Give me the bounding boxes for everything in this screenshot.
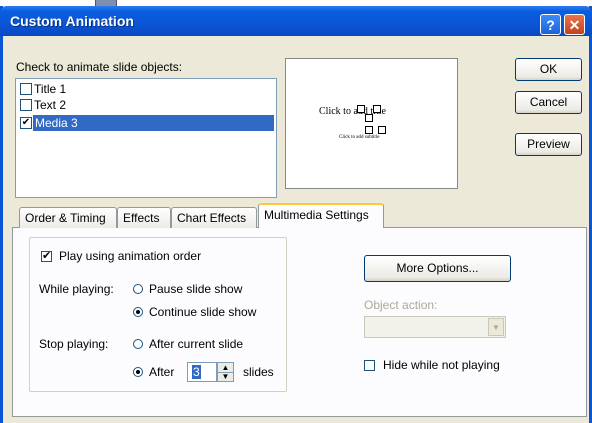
continue-slide-show-radio[interactable] xyxy=(133,307,143,317)
selection-handle xyxy=(357,105,365,113)
close-button[interactable]: ✕ xyxy=(564,14,585,35)
play-order-checkbox[interactable]: ✔ xyxy=(41,251,52,262)
preview-subtitle-placeholder: Click to add subtitle xyxy=(339,135,380,140)
list-item-media-3[interactable]: ✔ Media 3 xyxy=(18,115,274,131)
objects-list-label: Check to animate slide objects: xyxy=(16,60,183,74)
after-slides-radio[interactable] xyxy=(133,367,143,377)
dialog-title: Custom Animation xyxy=(10,13,134,29)
after-slides-input[interactable]: 3 xyxy=(187,362,217,382)
title-bar[interactable]: Custom Animation ? ✕ xyxy=(0,6,592,36)
help-button[interactable]: ? xyxy=(540,14,561,35)
slides-label: slides xyxy=(243,365,274,379)
media-3-checkbox[interactable]: ✔ xyxy=(20,117,32,129)
tab-order-timing[interactable]: Order & Timing xyxy=(19,207,117,228)
object-action-select[interactable]: ▼ xyxy=(364,316,506,338)
play-order-label: Play using animation order xyxy=(59,249,202,263)
title-1-checkbox[interactable] xyxy=(20,83,32,95)
title-1-label: Title 1 xyxy=(34,82,67,96)
hide-while-not-playing-label: Hide while not playing xyxy=(383,358,500,372)
close-icon: ✕ xyxy=(568,17,581,33)
pause-slide-show-radio[interactable] xyxy=(133,284,143,294)
list-item-title-1[interactable]: Title 1 xyxy=(18,81,274,97)
after-label: After xyxy=(149,365,175,379)
media-3-label: Media 3 xyxy=(33,115,274,131)
slide-objects-list[interactable]: Title 1 Text 2 ✔ Media 3 xyxy=(15,78,277,198)
object-action-label: Object action: xyxy=(364,298,438,312)
help-icon: ? xyxy=(546,17,555,33)
preview-button[interactable]: Preview xyxy=(515,133,582,156)
selection-handle xyxy=(365,126,373,134)
slide-preview: Click to add title Click to add subtitle xyxy=(285,58,458,189)
stop-playing-label: Stop playing: xyxy=(39,337,109,351)
text-2-checkbox[interactable] xyxy=(20,99,32,111)
continue-slide-show-label: Continue slide show xyxy=(149,305,257,319)
after-slides-value: 3 xyxy=(192,365,201,379)
tab-effects[interactable]: Effects xyxy=(117,207,171,228)
list-item-text-2[interactable]: Text 2 xyxy=(18,97,274,113)
text-2-label: Text 2 xyxy=(34,98,67,112)
radio-selected-dot xyxy=(136,310,140,314)
cancel-button[interactable]: Cancel xyxy=(515,91,582,114)
after-current-slide-label: After current slide xyxy=(149,337,244,351)
selection-handle xyxy=(378,126,386,134)
tab-chart-effects[interactable]: Chart Effects xyxy=(171,207,257,228)
slides-spinner[interactable]: ▲ ▼ xyxy=(217,362,234,382)
hide-while-not-playing-checkbox[interactable] xyxy=(364,360,375,371)
tab-multimedia-settings[interactable]: Multimedia Settings xyxy=(258,203,384,228)
ok-button[interactable]: OK xyxy=(515,58,582,81)
while-playing-label: While playing: xyxy=(39,282,114,296)
selection-handle xyxy=(373,105,381,113)
pause-slide-show-label: Pause slide show xyxy=(149,282,243,296)
after-current-slide-radio[interactable] xyxy=(133,339,143,349)
chevron-down-icon[interactable]: ▼ xyxy=(488,318,504,336)
more-options-button[interactable]: More Options... xyxy=(364,255,511,282)
spin-down-icon[interactable]: ▼ xyxy=(218,372,233,381)
radio-selected-dot xyxy=(136,370,140,374)
selection-handle xyxy=(365,114,373,122)
